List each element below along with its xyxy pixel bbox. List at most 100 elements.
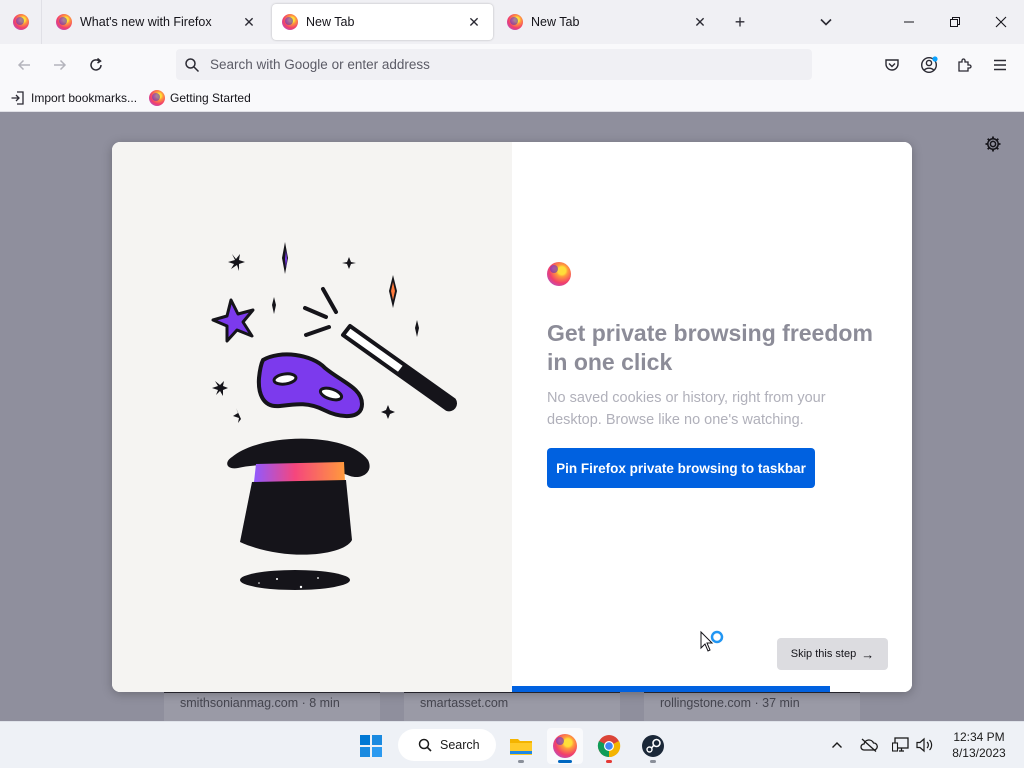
card-source: rollingstone.com · 37 min xyxy=(660,696,800,710)
firefox-logo-icon xyxy=(547,262,571,286)
arrow-right-icon: → xyxy=(861,646,875,662)
bookmark-import[interactable]: Import bookmarks... xyxy=(10,90,137,106)
windows-taskbar: Search 12:34 PM 8/13/2023 xyxy=(0,721,1024,768)
minimize-button[interactable] xyxy=(886,0,932,44)
back-arrow-icon xyxy=(17,59,30,71)
taskbar-file-explorer[interactable] xyxy=(503,728,539,764)
clock-time: 12:34 PM xyxy=(953,730,1005,744)
taskbar-steam[interactable] xyxy=(635,728,671,764)
skip-step-button[interactable]: Skip this step → xyxy=(777,638,888,670)
new-tab-button[interactable]: + xyxy=(726,8,754,36)
new-tab-page: smithsonianmag.com · 8 min smartasset.co… xyxy=(0,112,1024,721)
import-icon xyxy=(11,91,24,105)
bookmark-label: Import bookmarks... xyxy=(31,91,138,105)
progress-indicator xyxy=(512,686,830,692)
taskbar-chrome[interactable] xyxy=(591,728,627,764)
gear-icon xyxy=(985,136,1001,152)
network-status[interactable] xyxy=(890,734,912,756)
onboarding-modal: Get private browsing freedom in one clic… xyxy=(112,142,912,692)
firefox-icon xyxy=(507,14,523,30)
extensions-icon xyxy=(958,58,972,72)
back-button[interactable] xyxy=(9,50,39,80)
reload-icon xyxy=(90,57,102,71)
start-button[interactable] xyxy=(353,728,389,764)
card-source: smartasset.com xyxy=(420,696,509,710)
system-clock[interactable]: 12:34 PM 8/13/2023 xyxy=(946,729,1012,761)
show-hidden-icons-button[interactable] xyxy=(826,734,848,756)
tab-close-icon[interactable]: ✕ xyxy=(240,13,258,31)
forward-arrow-icon xyxy=(54,59,67,71)
tab-title: New Tab xyxy=(531,15,580,29)
running-indicator xyxy=(650,760,656,763)
firefox-icon xyxy=(56,14,72,30)
bookmark-getting-started[interactable]: Getting Started xyxy=(149,90,251,106)
taskbar-search-box[interactable]: Search xyxy=(398,729,496,761)
forward-button[interactable] xyxy=(45,50,75,80)
application-menu-button[interactable] xyxy=(985,50,1015,80)
cloud-off-icon xyxy=(860,738,878,752)
content-panel: Get private browsing freedom in one clic… xyxy=(512,142,912,692)
modal-subtitle: No saved cookies or history, right from … xyxy=(547,390,826,428)
tab-new-tab[interactable]: New Tab ✕ xyxy=(497,4,719,40)
navigation-toolbar xyxy=(0,44,1024,85)
restore-button[interactable] xyxy=(932,0,978,44)
bookmarks-toolbar: Import bookmarks... Getting Started xyxy=(0,85,1024,112)
firefox-icon xyxy=(553,734,577,758)
chevron-up-icon xyxy=(832,742,842,748)
chrome-icon xyxy=(597,735,621,758)
magic-hat-illustration xyxy=(211,242,458,590)
firefox-view-button[interactable] xyxy=(0,0,42,44)
tab-title: New Tab xyxy=(306,15,355,29)
steam-icon xyxy=(642,735,664,757)
tab-strip: What's new with Firefox ✕ New Tab ✕ New … xyxy=(0,0,1024,44)
clock-date: 8/13/2023 xyxy=(952,746,1006,760)
personalize-button[interactable] xyxy=(981,132,1005,156)
top-site-card[interactable]: rollingstone.com · 37 min xyxy=(644,690,860,721)
speaker-icon xyxy=(916,737,933,753)
tab-new-tab-active[interactable]: New Tab ✕ xyxy=(272,4,493,40)
tab-title: What's new with Firefox xyxy=(80,15,212,29)
extensions-button[interactable] xyxy=(949,50,979,80)
running-indicator xyxy=(606,760,612,763)
windows-start-icon xyxy=(360,735,382,757)
tab-close-icon[interactable]: ✕ xyxy=(465,13,483,31)
pocket-button[interactable] xyxy=(877,50,907,80)
chevron-down-icon xyxy=(820,18,832,26)
firefox-icon xyxy=(12,14,29,30)
network-icon xyxy=(892,737,909,752)
firefox-icon xyxy=(149,90,166,106)
search-icon xyxy=(418,738,432,752)
account-button[interactable] xyxy=(914,50,944,80)
hamburger-menu-icon xyxy=(994,59,1006,71)
volume-control[interactable] xyxy=(914,734,936,756)
address-bar[interactable] xyxy=(176,49,812,80)
bookmark-label: Getting Started xyxy=(170,91,251,105)
illustration-panel xyxy=(112,142,512,692)
list-all-tabs-button[interactable] xyxy=(812,8,840,36)
card-source: smithsonianmag.com · 8 min xyxy=(180,696,340,710)
tab-whats-new[interactable]: What's new with Firefox ✕ xyxy=(46,4,268,40)
restore-icon xyxy=(950,17,960,27)
top-site-card[interactable]: smartasset.com xyxy=(404,690,620,721)
firefox-icon xyxy=(282,14,298,30)
top-site-card[interactable]: smithsonianmag.com · 8 min xyxy=(164,690,380,721)
running-indicator xyxy=(518,760,524,763)
close-icon xyxy=(995,16,1007,28)
file-explorer-icon xyxy=(510,739,532,755)
pocket-icon xyxy=(885,59,899,71)
address-input[interactable] xyxy=(210,57,790,72)
onedrive-status[interactable] xyxy=(858,734,880,756)
skip-label: Skip this step xyxy=(790,648,857,660)
minimize-icon xyxy=(904,21,914,23)
reload-button[interactable] xyxy=(81,50,111,80)
search-icon xyxy=(185,57,200,72)
busy-cursor-icon xyxy=(700,630,724,652)
tab-close-icon[interactable]: ✕ xyxy=(691,13,709,31)
close-window-button[interactable] xyxy=(978,0,1024,44)
active-indicator xyxy=(558,760,572,763)
account-icon xyxy=(920,56,938,74)
search-label: Search xyxy=(440,738,480,752)
taskbar-firefox[interactable] xyxy=(547,728,583,764)
modal-title: Get private browsing freedom in one clic… xyxy=(547,320,873,375)
pin-to-taskbar-button[interactable]: Pin Firefox private browsing to taskbar xyxy=(547,448,815,488)
